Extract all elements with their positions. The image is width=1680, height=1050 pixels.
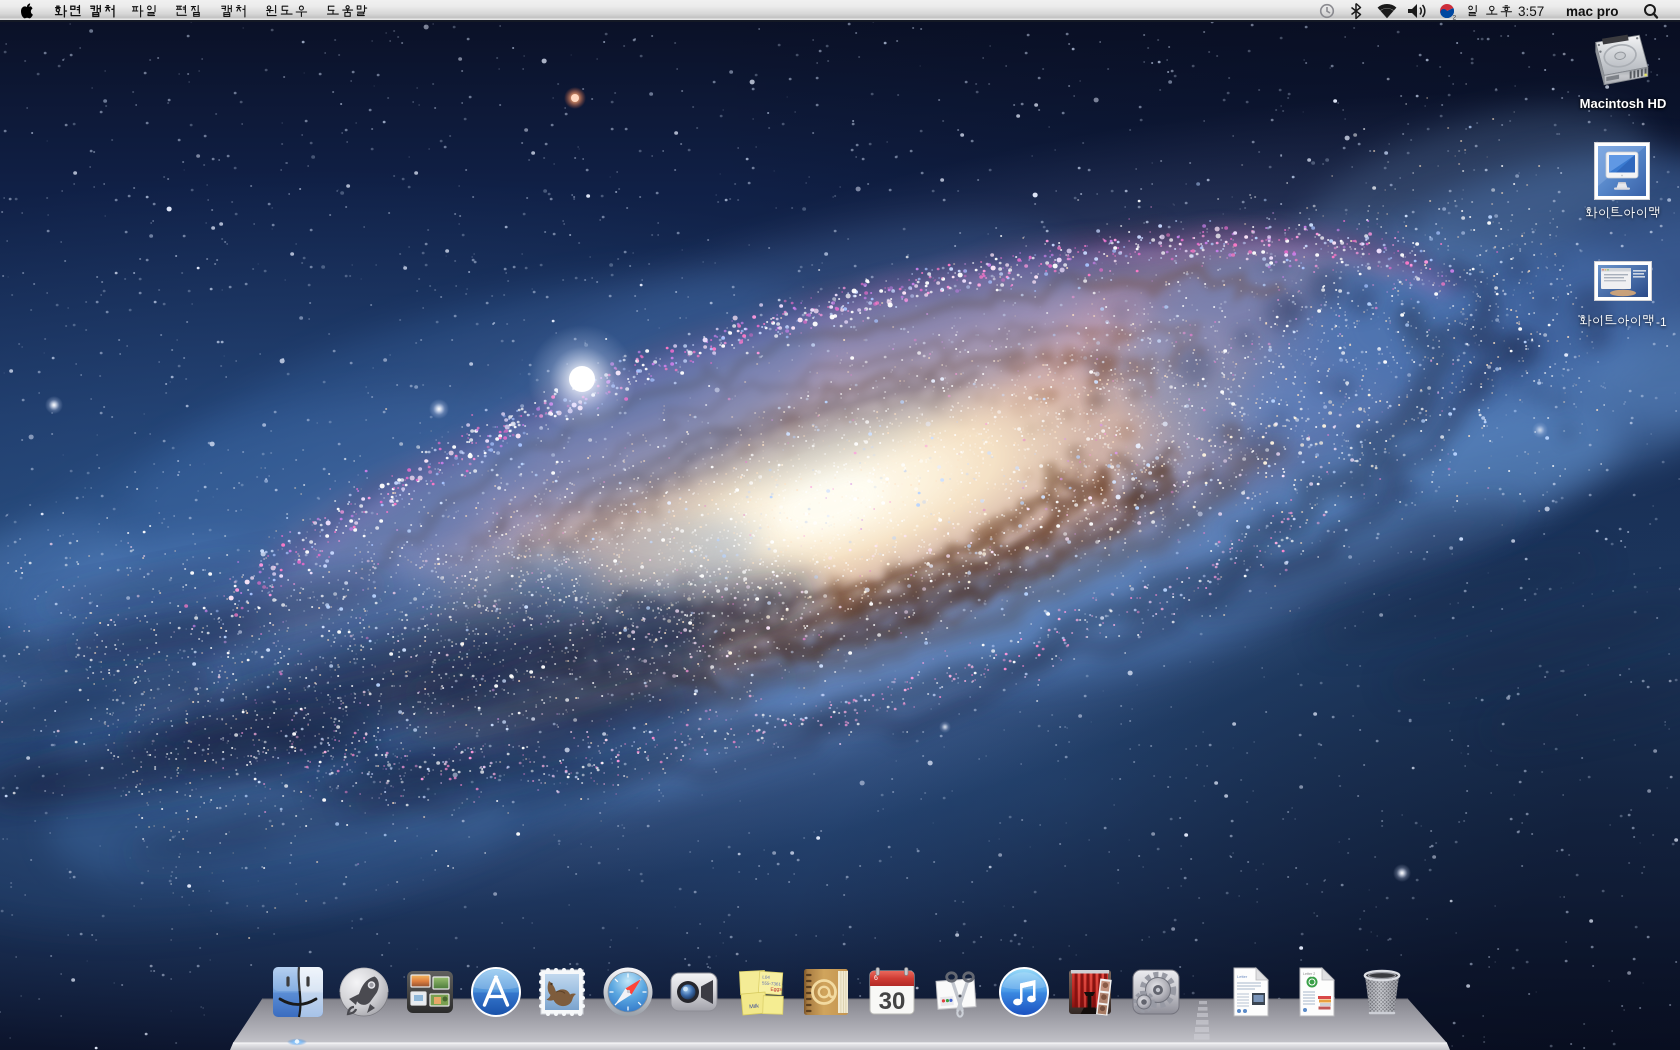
svg-text:6: 6 bbox=[874, 975, 878, 982]
svg-text:-1: -1 bbox=[1656, 315, 1667, 329]
svg-text:2: 2 bbox=[1453, 15, 1457, 22]
svg-text:mac pro: mac pro bbox=[1566, 4, 1619, 19]
svg-text:30: 30 bbox=[879, 988, 906, 1015]
svg-text:3:57: 3:57 bbox=[1518, 4, 1544, 19]
svg-text:Letter 2: Letter 2 bbox=[1303, 972, 1315, 976]
svg-text:L04: L04 bbox=[762, 974, 770, 980]
svg-text:Milk: Milk bbox=[749, 1004, 760, 1011]
svg-text:Letter: Letter bbox=[1237, 974, 1248, 979]
svg-text:Eggs: Eggs bbox=[770, 987, 782, 993]
